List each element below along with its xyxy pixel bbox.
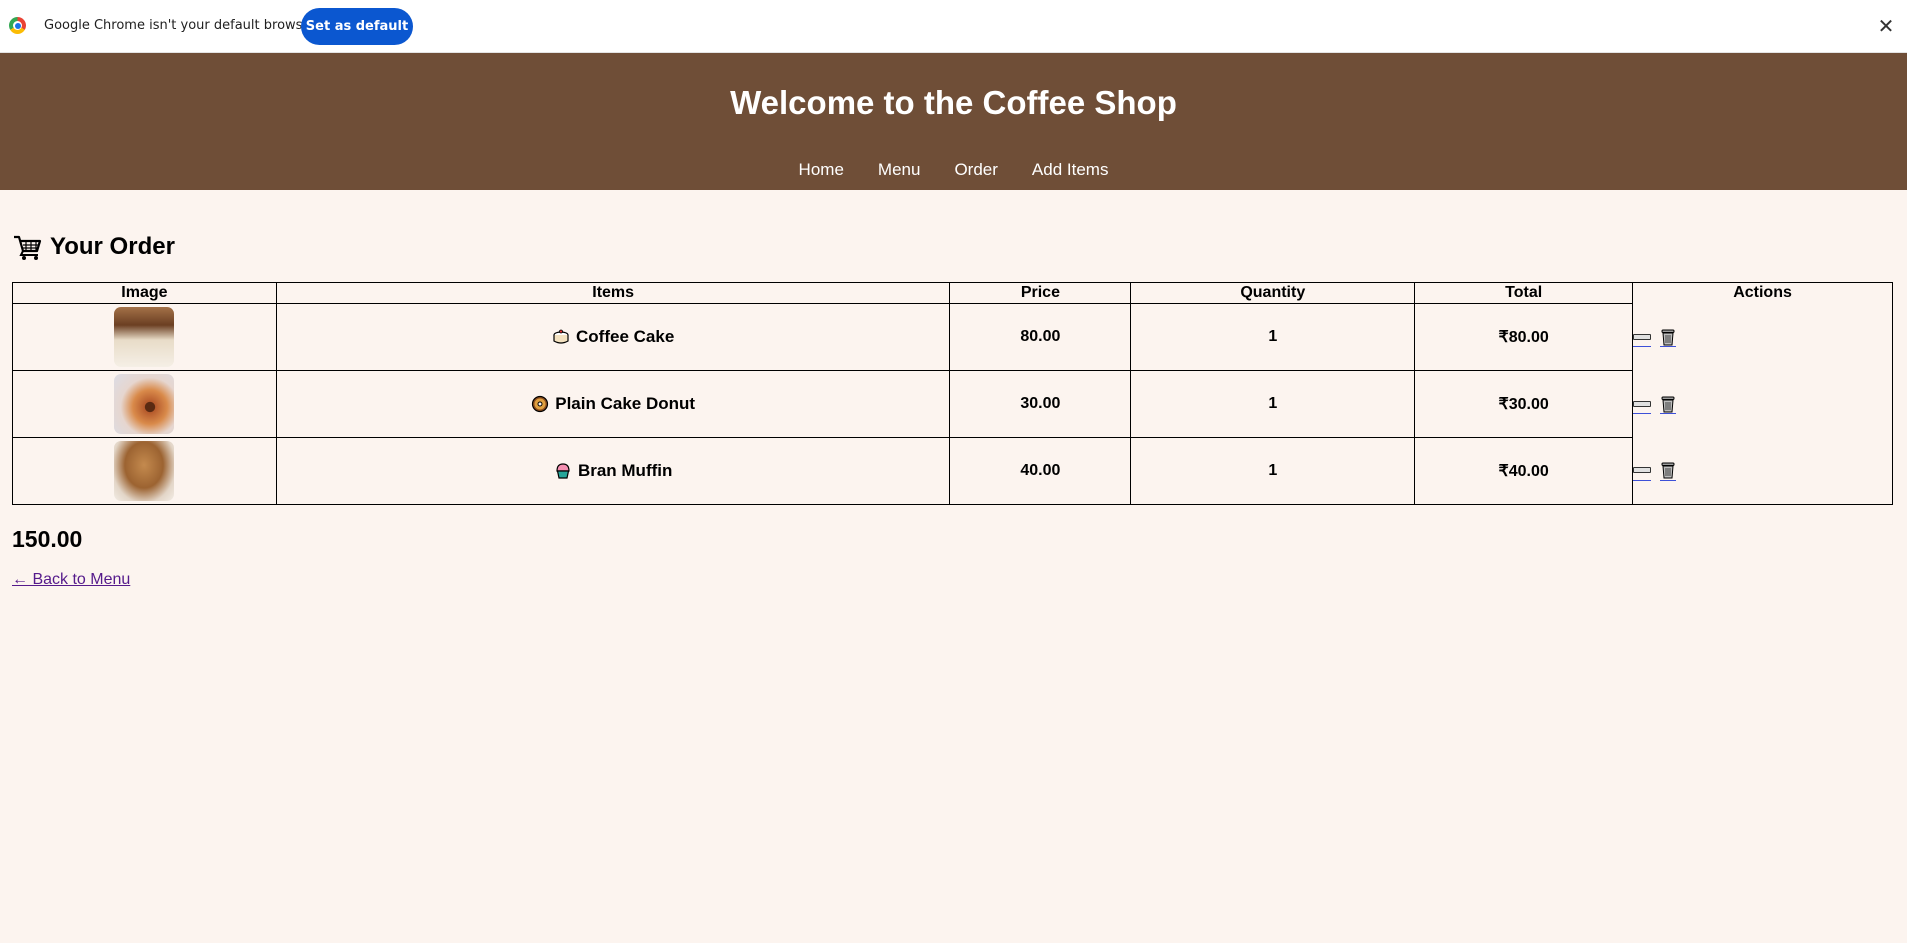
total-cell: ₹30.00 xyxy=(1414,370,1634,438)
close-icon[interactable]: ✕ xyxy=(1876,16,1896,36)
site-title: Welcome to the Coffee Shop xyxy=(730,84,1177,121)
item-image-cell xyxy=(12,437,277,505)
actions-cell xyxy=(1632,370,1893,438)
item-name-cell: Coffee Cake xyxy=(277,327,950,347)
table-row: Bran Muffin 40.00 1 ₹40.00 xyxy=(12,437,1893,505)
price-cell: 40.00 xyxy=(949,437,1132,505)
cake-slice-icon xyxy=(553,329,569,344)
back-to-menu-link[interactable]: ← Back to Menu xyxy=(12,571,130,589)
remove-item-button[interactable] xyxy=(1659,461,1676,481)
item-name-cell: Plain Cake Donut xyxy=(277,394,950,414)
order-heading-text: Your Order xyxy=(50,233,175,260)
minus-icon xyxy=(1633,400,1652,407)
quantity-cell: 1 xyxy=(1130,370,1416,438)
column-header-price: Price xyxy=(949,282,1132,304)
actions-cell xyxy=(1632,303,1893,371)
minus-icon xyxy=(1633,467,1652,474)
price-cell: 80.00 xyxy=(949,303,1132,371)
remove-item-button[interactable] xyxy=(1659,327,1676,347)
muffin-image xyxy=(114,441,175,501)
decrease-quantity-button[interactable] xyxy=(1633,394,1652,414)
nav-menu[interactable]: Menu xyxy=(878,160,921,180)
total-cell: ₹80.00 xyxy=(1414,303,1634,371)
column-header-actions: Actions xyxy=(1632,282,1893,304)
order-grand-total: 150.00 xyxy=(12,526,83,552)
order-table: Image Items Price Quantity Total Actions… xyxy=(12,282,1893,505)
default-browser-infobar: Google Chrome isn't your default browser… xyxy=(0,0,1907,53)
trash-icon xyxy=(1661,329,1675,345)
cupcake-icon xyxy=(556,463,570,479)
main-nav: Home Menu Order Add Items xyxy=(0,160,1907,180)
column-header-total: Total xyxy=(1414,282,1634,304)
table-header-row: Image Items Price Quantity Total Actions xyxy=(12,282,1893,304)
donut-icon xyxy=(532,395,549,413)
trash-icon xyxy=(1661,396,1675,412)
item-name-cell: Bran Muffin xyxy=(277,461,950,481)
nav-add-items[interactable]: Add Items xyxy=(1032,160,1109,180)
coffee-cake-image xyxy=(114,307,175,367)
site-header: Welcome to the Coffee Shop Home Menu Ord… xyxy=(0,53,1907,190)
item-name: Plain Cake Donut xyxy=(555,394,696,413)
item-name: Coffee Cake xyxy=(576,327,675,346)
column-header-items: Items xyxy=(275,282,951,304)
table-row: Coffee Cake 80.00 1 ₹80.00 xyxy=(12,303,1893,371)
item-image-cell xyxy=(12,370,277,438)
decrease-quantity-button[interactable] xyxy=(1633,461,1652,481)
quantity-cell: 1 xyxy=(1130,437,1416,505)
donut-image xyxy=(114,374,175,434)
infobar-message: Google Chrome isn't your default browser xyxy=(44,18,316,33)
price-cell: 30.00 xyxy=(949,370,1132,438)
set-as-default-button[interactable]: Set as default xyxy=(301,8,413,45)
trash-icon xyxy=(1661,462,1675,479)
page-title: Your Order xyxy=(12,233,175,261)
shopping-cart-icon xyxy=(14,235,42,260)
nav-order[interactable]: Order xyxy=(954,160,997,180)
column-header-image: Image xyxy=(12,282,277,304)
nav-home[interactable]: Home xyxy=(799,160,844,180)
remove-item-button[interactable] xyxy=(1659,394,1676,414)
actions-cell xyxy=(1632,437,1893,505)
item-image-cell xyxy=(12,303,277,371)
table-row: Plain Cake Donut 30.00 1 ₹30.00 xyxy=(12,370,1893,438)
minus-icon xyxy=(1633,333,1652,340)
total-cell: ₹40.00 xyxy=(1414,437,1634,505)
chrome-logo-icon xyxy=(9,17,26,34)
decrease-quantity-button[interactable] xyxy=(1633,327,1652,347)
item-name: Bran Muffin xyxy=(577,461,673,480)
quantity-cell: 1 xyxy=(1130,303,1416,371)
column-header-quantity: Quantity xyxy=(1130,282,1416,304)
